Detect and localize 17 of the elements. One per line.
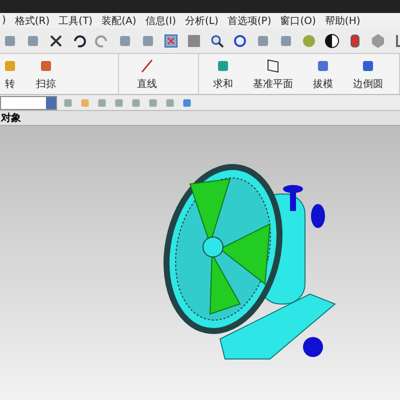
ribbon-button[interactable]: 扫掠	[34, 58, 58, 90]
ribbon-button[interactable]: 基准平面	[251, 58, 295, 90]
ribbon-button[interactable]: 求和	[211, 58, 235, 90]
menu-item[interactable]: 分析(L)	[185, 14, 218, 28]
panel-title: 对象	[1, 112, 21, 125]
ribbon-button[interactable]: 边倒圆	[351, 58, 385, 90]
menu-item[interactable]: 信息(I)	[145, 14, 176, 28]
ribbon-button[interactable]: 拔模	[311, 58, 335, 90]
menu-item[interactable]: 工具(T)	[58, 14, 93, 28]
menu-item[interactable]: 首选项(P)	[227, 14, 272, 28]
menu-item[interactable]: 帮助(H)	[324, 14, 360, 28]
menu-item[interactable]: 装配(A)	[102, 14, 136, 28]
ribbon-button[interactable]: 转	[0, 58, 20, 90]
menu-item[interactable]: )	[2, 15, 6, 26]
ribbon-button[interactable]: 直线	[134, 58, 159, 90]
menu-item[interactable]: 窗口(O)	[280, 14, 316, 28]
menu-item[interactable]: 格式(R)	[14, 14, 50, 28]
